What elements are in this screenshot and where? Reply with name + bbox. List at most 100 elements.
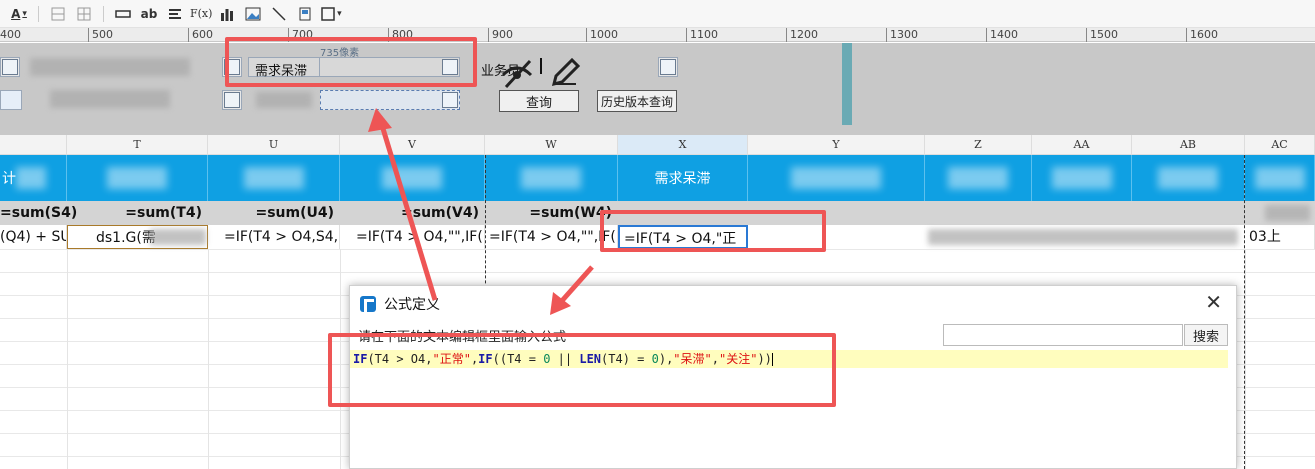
sum-cell-v[interactable]: =sum(V4) — [340, 201, 485, 225]
column-header-blank[interactable] — [0, 135, 67, 155]
toolbar: A ▾ ab F(x) ▾ — [0, 0, 1315, 28]
param-field-row2[interactable] — [0, 90, 22, 110]
column-header-y[interactable]: Y — [748, 135, 925, 155]
blurred-label — [521, 167, 581, 189]
formula-cell-v[interactable]: =IF(T4 > O4,"",IF( — [340, 225, 485, 249]
merge-icon[interactable] — [112, 3, 134, 25]
dialog-header: 公式定义 — [360, 294, 440, 314]
ruler-tick: 1100 — [686, 28, 718, 42]
column-header-w[interactable]: W — [485, 135, 618, 155]
ruler-tick: 1200 — [786, 28, 818, 42]
combo-icon — [2, 59, 18, 75]
param-field[interactable] — [658, 57, 678, 77]
ruler-tick: 900 — [488, 28, 513, 42]
ruler-tick: 600 — [188, 28, 213, 42]
blurred-label — [928, 229, 1238, 245]
blurred-label — [1158, 167, 1218, 189]
header-cell-w[interactable] — [485, 155, 618, 201]
column-header-aa[interactable]: AA — [1032, 135, 1132, 155]
formula-cell-ac[interactable]: 03上 — [1245, 225, 1315, 249]
blurred-label — [948, 167, 1008, 189]
header-cell-x[interactable]: 需求呆滞 — [618, 155, 748, 201]
sub-report-icon[interactable] — [294, 3, 316, 25]
header-cell-aa[interactable] — [1032, 155, 1132, 201]
header-cell-z[interactable] — [925, 155, 1032, 201]
sum-cell-t[interactable]: =sum(T4) — [67, 201, 208, 225]
combo-icon — [224, 92, 240, 108]
annotation-box — [600, 210, 826, 252]
column-header-ab[interactable]: AB — [1132, 135, 1245, 155]
slash-icon[interactable] — [268, 3, 290, 25]
column-header-v[interactable]: V — [340, 135, 485, 155]
hidden-eye-icon[interactable] — [500, 55, 534, 89]
header-cell-v[interactable] — [340, 155, 485, 201]
header-cell-s[interactable]: 计 — [0, 155, 67, 201]
ruler-tick: 1400 — [986, 28, 1018, 42]
formula-icon[interactable]: F(x) — [190, 3, 212, 25]
grid-line — [0, 272, 1315, 273]
grid-line — [67, 249, 68, 469]
sum-cell-s[interactable]: =sum(S4) — [0, 201, 77, 225]
selected-param-field[interactable] — [320, 90, 460, 110]
edit-pencil-icon[interactable] — [548, 56, 582, 90]
header-cell-y[interactable] — [748, 155, 925, 201]
grid-line — [1245, 249, 1246, 469]
header-cell-u[interactable] — [208, 155, 340, 201]
blurred-label — [791, 167, 881, 189]
horizontal-ruler: 400 500 600 700 800 900 1000 1100 1200 1… — [0, 28, 1315, 42]
table-icon[interactable] — [73, 3, 95, 25]
ruler-tick: 500 — [88, 28, 113, 42]
text-icon-label: ab — [140, 6, 158, 21]
image-icon[interactable] — [242, 3, 264, 25]
close-icon[interactable]: ✕ — [1205, 290, 1222, 314]
combo-icon — [442, 92, 458, 108]
blurred-label — [1254, 167, 1305, 189]
blurred-label — [1265, 205, 1310, 221]
text-caret — [540, 58, 542, 74]
param-combo-left[interactable] — [0, 57, 20, 77]
header-cell-ab[interactable] — [1132, 155, 1245, 201]
column-header-t[interactable]: T — [67, 135, 208, 155]
ruler-tick: 1300 — [886, 28, 918, 42]
formula-cell-u[interactable]: =IF(T4 > O4,S4,I — [208, 225, 340, 249]
app-logo-icon — [360, 296, 376, 312]
sum-cell-u[interactable]: =sum(U4) — [208, 201, 340, 225]
header-cell-t[interactable] — [67, 155, 208, 201]
panel-separator — [0, 125, 1315, 135]
query-button[interactable]: 查询 — [499, 90, 579, 112]
font-color-icon[interactable]: A ▾ — [8, 3, 30, 25]
search-button[interactable]: 搜索 — [1184, 324, 1228, 346]
panel-scrollbar[interactable] — [842, 43, 852, 125]
blurred-label — [150, 229, 206, 245]
function-search-input[interactable] — [943, 324, 1183, 346]
formula-cell-w[interactable]: =IF(T4 > O4,"",IF( — [485, 225, 618, 249]
toolbar-divider — [38, 5, 39, 22]
formula-cell-s[interactable]: (Q4) + SU — [0, 225, 67, 249]
cell-style-icon[interactable] — [47, 3, 69, 25]
blurred-label — [30, 58, 190, 76]
dialog-title: 公式定义 — [384, 297, 440, 313]
blurred-label — [243, 167, 304, 189]
blurred-label — [1051, 167, 1112, 189]
text-icon[interactable]: ab — [138, 3, 160, 25]
chart-icon[interactable] — [216, 3, 238, 25]
column-header-u[interactable]: U — [208, 135, 340, 155]
blurred-label — [107, 167, 167, 189]
align-icon[interactable] — [164, 3, 186, 25]
ruler-tick: 400 — [0, 28, 21, 42]
annotation-box — [328, 333, 836, 407]
history-version-button[interactable]: 历史版本查询 — [597, 90, 677, 112]
page-break-line — [1244, 155, 1245, 469]
ruler-tick: 1000 — [586, 28, 618, 42]
blurred-label — [256, 92, 312, 108]
blurred-label — [16, 167, 46, 189]
column-header-x[interactable]: X — [618, 135, 748, 155]
header-cell-text: 计 — [2, 171, 16, 187]
header-cell-ac[interactable] — [1245, 155, 1315, 201]
column-header-ac[interactable]: AC — [1245, 135, 1315, 155]
param-field[interactable] — [222, 90, 242, 110]
border-icon[interactable]: ▾ — [320, 3, 342, 25]
column-header-z[interactable]: Z — [925, 135, 1032, 155]
sum-cell-w[interactable]: =sum(W4) — [485, 201, 618, 225]
annotation-box — [225, 37, 477, 87]
